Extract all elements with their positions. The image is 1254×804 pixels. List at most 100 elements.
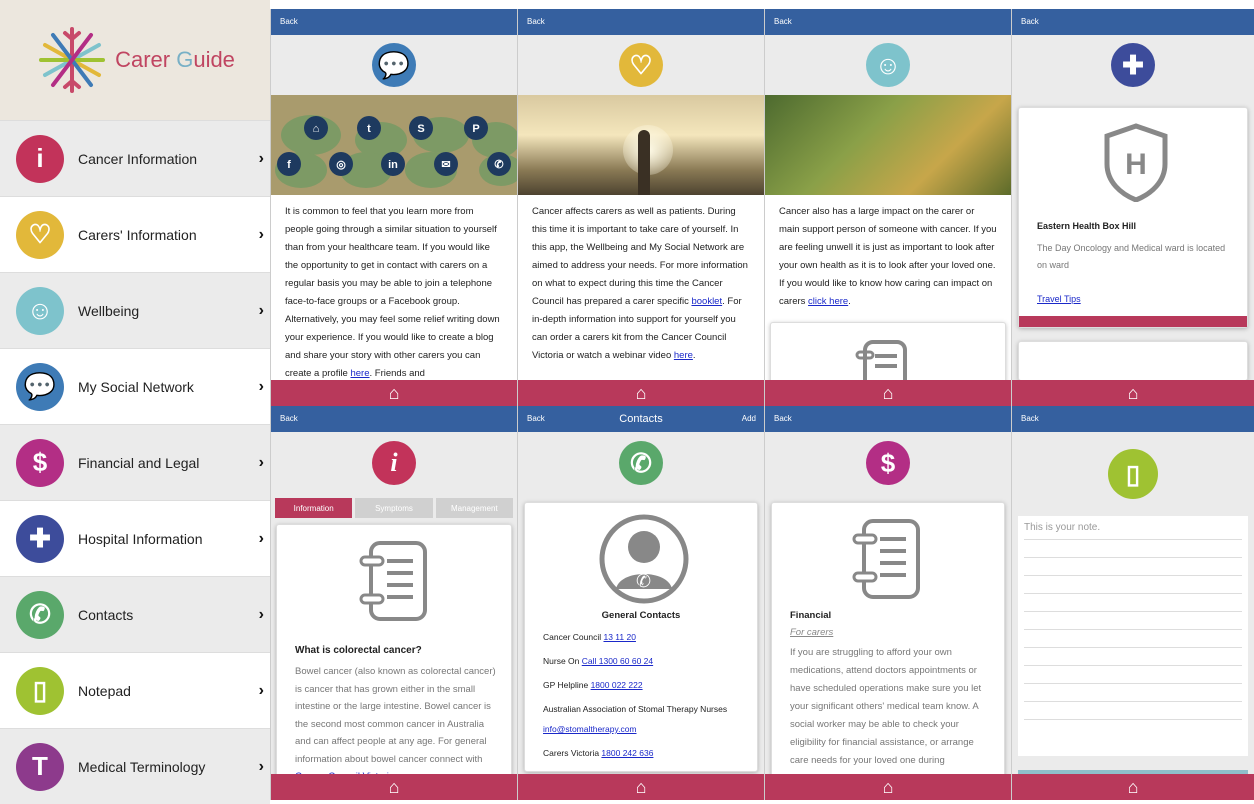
menu-item-icon: ▯ — [16, 666, 64, 715]
sidebar-item-my-social-network[interactable]: 💬 My Social Network › — [0, 348, 270, 424]
financial-subheading: For carers — [790, 627, 834, 638]
home-icon: ⌂ — [388, 776, 400, 797]
back-button[interactable]: Back — [1021, 414, 1039, 423]
social-network-text: It is common to feel that you learn more… — [285, 206, 500, 379]
wellbeing-text: Cancer also has a large impact on the ca… — [779, 206, 997, 307]
svg-text:P: P — [472, 123, 479, 135]
sidebar-item-financial-and-legal[interactable]: $ Financial and Legal › — [0, 424, 270, 500]
hospital-card[interactable]: H Eastern Health Box Hill The Day Oncolo… — [1018, 107, 1248, 328]
contact-row: Cancer Council 13 11 20 — [543, 632, 636, 642]
home-button[interactable]: ⌂ — [1012, 380, 1254, 406]
sidebar-item-medical-terminology[interactable]: T Medical Terminology › — [0, 728, 270, 804]
svg-text:S: S — [417, 123, 424, 135]
info-icon: i — [372, 441, 416, 485]
contact-link[interactable]: 13 11 20 — [603, 632, 635, 642]
contact-avatar-icon: ✆ — [599, 514, 689, 604]
contact-row: GP Helpline 1800 022 222 — [543, 680, 643, 690]
social-icons-image: ⌂ t S P f ◎ in ✉ ✆ — [271, 95, 517, 195]
home-button[interactable]: ⌂ — [271, 380, 517, 406]
answer-text: Bowel cancer (also known as colorectal c… — [295, 663, 499, 786]
create-profile-link[interactable]: here — [350, 368, 369, 379]
note-textarea[interactable]: This is your note. — [1018, 516, 1248, 756]
webinar-link[interactable]: here — [674, 350, 693, 361]
home-icon: ⌂ — [1127, 776, 1139, 797]
home-icon: ⌂ — [635, 382, 647, 403]
booklet-link[interactable]: booklet — [691, 296, 722, 307]
menu-item-icon: ✆ — [16, 590, 64, 639]
click-here-link[interactable]: click here — [808, 296, 848, 307]
svg-text:in: in — [388, 159, 398, 171]
chevron-right-icon: › — [258, 605, 264, 623]
tab-management[interactable]: Management — [435, 498, 513, 518]
svg-text:f: f — [287, 159, 291, 171]
sidebar-item-label: Medical Terminology — [78, 758, 206, 775]
svg-text:t: t — [367, 123, 371, 135]
add-button[interactable]: Add — [742, 414, 756, 423]
hospital-desc: The Day Oncology and Medical ward is loc… — [1037, 243, 1226, 270]
financial-heading: Financial — [790, 610, 832, 621]
hands-heart-icon: ♡ — [619, 43, 663, 87]
back-button[interactable]: Back — [280, 414, 298, 423]
contact-row: info@stomaltherapy.com — [543, 719, 727, 739]
question-heading: What is colorectal cancer? — [295, 645, 422, 656]
menu-item-icon: T — [16, 742, 64, 791]
home-button[interactable]: ⌂ — [765, 774, 1011, 800]
home-icon: ⌂ — [635, 776, 647, 797]
financial-text: If you are struggling to afford your own… — [790, 647, 982, 766]
sidebar-item-label: My Social Network — [78, 378, 194, 395]
hospital-card-2[interactable] — [1018, 341, 1248, 381]
home-button[interactable]: ⌂ — [518, 380, 764, 406]
home-button[interactable]: ⌂ — [1012, 774, 1254, 800]
back-button[interactable]: Back — [774, 17, 792, 26]
contacts-heading: General Contacts — [601, 610, 681, 621]
sidebar-menu: Carer Guide i Cancer Information › ♡ Carers'… — [0, 0, 270, 804]
contact-link[interactable]: 1800 242 636 — [601, 748, 653, 758]
chevron-right-icon: › — [258, 453, 264, 471]
sidebar-item-label: Contacts — [78, 606, 134, 623]
travel-tips-link[interactable]: Travel Tips — [1037, 294, 1081, 304]
home-icon: ⌂ — [388, 382, 400, 403]
sidebar-item-carers-information[interactable]: ♡ Carers' Information › — [0, 196, 270, 272]
leaves-image — [765, 95, 1011, 195]
chevron-right-icon: › — [258, 149, 264, 167]
back-button[interactable]: Back — [280, 17, 298, 26]
screen-hospital-information: Back ✚ H Eastern Health Box Hill The Day… — [1011, 9, 1254, 406]
plus-cross-icon: ✚ — [1111, 43, 1155, 87]
contact-row: Nurse On Call 1300 60 60 24 — [543, 656, 654, 666]
hospital-shield-icon: H — [1104, 123, 1168, 202]
sidebar-item-label: Financial and Legal — [78, 454, 200, 471]
sidebar-item-contacts[interactable]: ✆ Contacts › — [0, 576, 270, 652]
back-button[interactable]: Back — [1021, 17, 1039, 26]
sidebar-item-notepad[interactable]: ▯ Notepad › — [0, 652, 270, 728]
back-button[interactable]: Back — [774, 414, 792, 423]
phone-icon: ✆ — [619, 441, 663, 485]
home-button[interactable]: ⌂ — [765, 380, 1011, 406]
home-button[interactable]: ⌂ — [518, 774, 764, 800]
home-icon: ⌂ — [882, 776, 894, 797]
chevron-right-icon: › — [258, 377, 264, 395]
sunset-field-image — [518, 95, 764, 195]
sidebar-item-wellbeing[interactable]: ☺ Wellbeing › — [0, 272, 270, 348]
home-button[interactable]: ⌂ — [271, 774, 517, 800]
smiley-icon: ☺ — [866, 43, 910, 87]
sidebar-item-hospital-information[interactable]: ✚ Hospital Information › — [0, 500, 270, 576]
svg-text:✆: ✆ — [636, 571, 651, 592]
menu-item-icon: ♡ — [16, 210, 64, 259]
contact-link[interactable]: Call 1300 60 60 24 — [582, 656, 653, 666]
note-placeholder: This is your note. — [1024, 522, 1101, 533]
chevron-right-icon: › — [258, 225, 264, 243]
hospital-name: Eastern Health Box Hill — [1037, 221, 1137, 231]
menu-item-icon: ☺ — [16, 286, 64, 335]
contact-link[interactable]: 1800 022 222 — [591, 680, 643, 690]
sidebar-item-cancer-information[interactable]: i Cancer Information › — [0, 120, 270, 196]
tab-information[interactable]: Information — [275, 498, 353, 518]
chevron-right-icon: › — [258, 301, 264, 319]
clipboard-icon: ▯ — [1108, 449, 1158, 499]
contact-link[interactable]: info@stomaltherapy.com — [543, 724, 637, 734]
svg-text:✉: ✉ — [441, 159, 450, 171]
back-button[interactable]: Back — [527, 17, 545, 26]
svg-text:◎: ◎ — [336, 159, 346, 171]
tab-symptoms[interactable]: Symptoms — [355, 498, 433, 518]
screen-cancer-information: Back i Information Symptoms Management W… — [270, 406, 517, 800]
contact-row: Australian Association of Stomal Therapy… — [543, 704, 728, 714]
